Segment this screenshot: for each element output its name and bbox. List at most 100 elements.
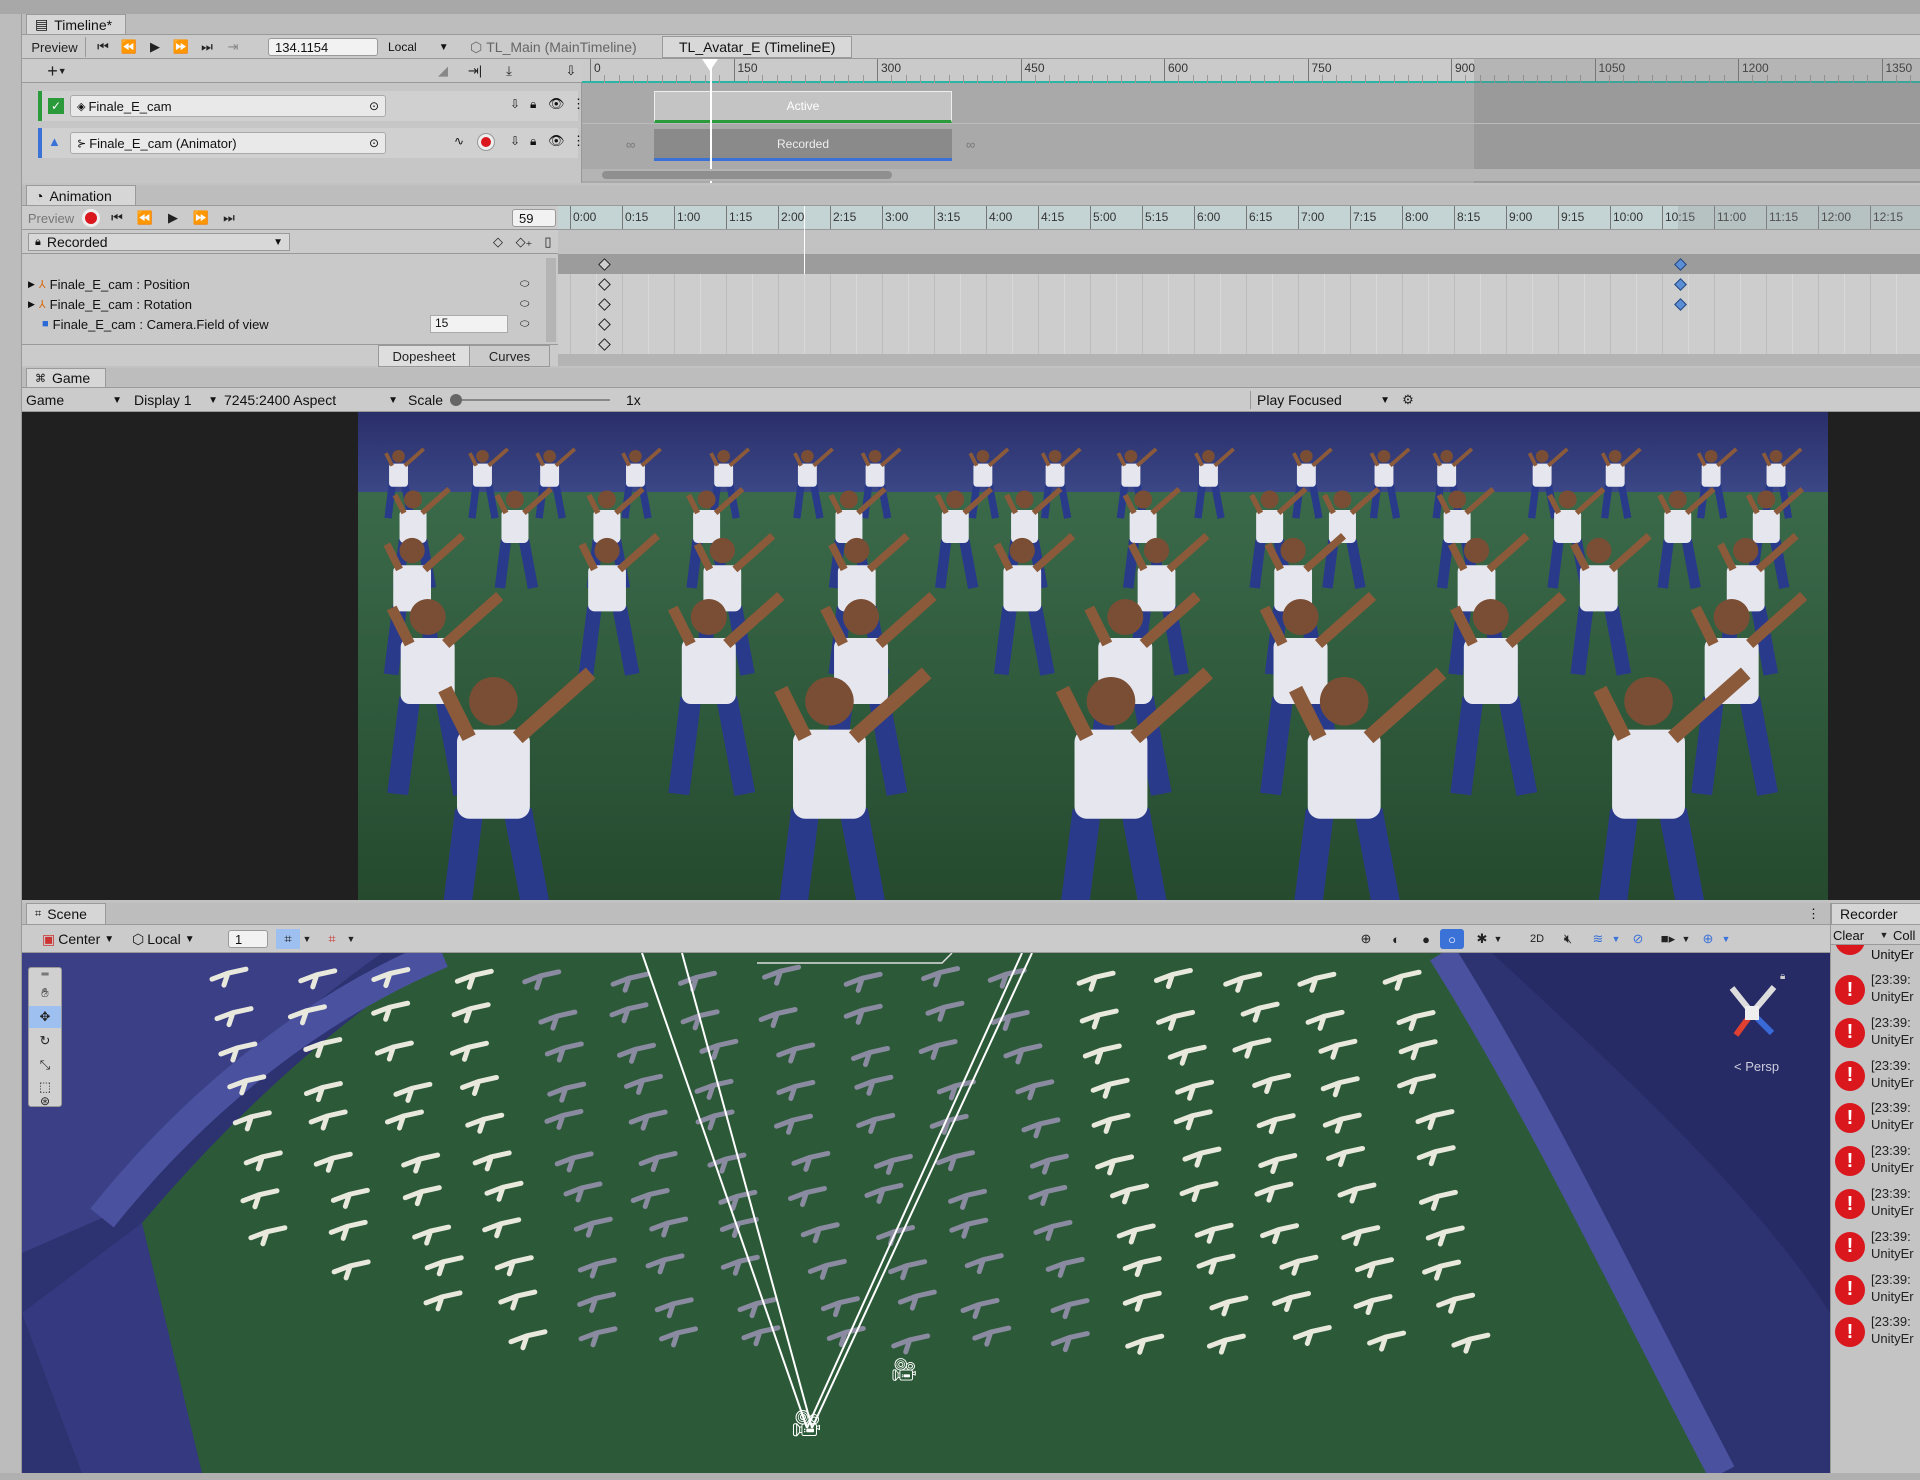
play-icon[interactable]: ▶ (144, 37, 166, 57)
track-header-animation[interactable]: ▲ ⊱ Finale_E_cam (Animator) ⊙ ∿ ⇩ 🔒︎ 👁︎ … (38, 128, 585, 158)
log-entry[interactable]: ! [23:39: UnityEr (1831, 1269, 1915, 1311)
scale-slider-thumb[interactable] (450, 394, 462, 406)
2d-toggle[interactable]: 2D (1522, 929, 1552, 949)
audio-mute-icon[interactable]: 🔇︎ (1556, 929, 1580, 949)
target-icon[interactable]: ⊙ (369, 136, 379, 150)
expand-arrow-icon[interactable]: ▶ (28, 279, 35, 290)
palette-handle-icon[interactable]: ═ (29, 968, 61, 980)
add-keyframe-icon[interactable]: ◇ (488, 232, 508, 252)
pin-track-icon[interactable]: ⇩ (510, 97, 520, 111)
scene-camera-dropdown[interactable]: ▼ (1680, 929, 1692, 949)
scene-tab[interactable]: ⌗ Scene (26, 903, 106, 924)
animation-frame-field[interactable]: 59 (512, 209, 556, 227)
dopesheet-area[interactable] (558, 206, 1920, 354)
log-entry[interactable]: ! [23:39: UnityEr (1831, 1226, 1915, 1268)
gizmo-lock-icon[interactable]: 🔒︎ (1780, 971, 1785, 982)
recorder-tab[interactable]: Recorder (1831, 903, 1920, 924)
display-dropdown[interactable]: Display 1 ▼ (134, 391, 218, 409)
keyframe-selected[interactable] (1674, 298, 1687, 311)
breadcrumb-main[interactable]: ⬡ TL_Main (MainTimeline) (470, 38, 670, 56)
prev-frame-icon[interactable]: ⏪ (118, 37, 140, 57)
add-track-button[interactable]: + ▼ (42, 61, 72, 81)
add-event-marker-icon[interactable]: ▯ (538, 232, 558, 252)
collapse-button[interactable]: Coll (1893, 926, 1920, 944)
log-entry[interactable]: ! [23:39: UnityEr (1831, 1012, 1915, 1054)
space-dropdown[interactable]: ⬡ Local ▼ (132, 930, 204, 948)
grid-visibility-dropdown[interactable]: ▼ (344, 929, 358, 949)
snap-icon[interactable]: ◢ (432, 61, 454, 81)
clear-dropdown[interactable]: ▼ (1877, 926, 1891, 944)
curves-icon[interactable]: ∿ (454, 134, 464, 148)
gear-icon[interactable]: ⚙ (1396, 390, 1420, 410)
shaded-sphere-icon[interactable]: ● (1414, 929, 1438, 949)
goto-start-icon[interactable]: ⏮ (106, 208, 128, 228)
grid-size-field[interactable]: 1 (228, 930, 268, 948)
goto-end-icon[interactable]: ⏭ (196, 37, 218, 57)
play-focused-dropdown[interactable]: Play Focused ▼ (1250, 391, 1390, 409)
track-object-field[interactable]: ◈ Finale_E_cam ⊙ (70, 95, 386, 117)
gizmos-dropdown[interactable]: ▼ (1720, 929, 1732, 949)
loop-icon[interactable]: ⇥ (222, 37, 244, 57)
game-render-image[interactable] (358, 412, 1828, 900)
scene-camera-icon[interactable]: ■▸ (1656, 929, 1680, 949)
orientation-gizmo[interactable] (1712, 973, 1792, 1063)
lock-icon[interactable]: 🔒︎ (530, 134, 536, 149)
gizmos-icon[interactable]: ⊕ (1696, 929, 1720, 949)
curves-tab[interactable]: Curves (470, 345, 550, 367)
pivot-dropdown[interactable]: ▣ Center ▼ (42, 930, 122, 948)
animation-tab[interactable]: ◔ Animation (26, 185, 136, 205)
track-header-activation[interactable]: ✓ ◈ Finale_E_cam ⊙ ⇩ 🔒︎ 👁︎ ⋮ (38, 91, 585, 121)
transform-tool-icon[interactable]: ⊛ (29, 1094, 61, 1108)
eye-icon[interactable]: 👁︎ (548, 96, 565, 112)
property-row-fov[interactable]: ■ Finale_E_cam : Camera.Field of view 15… (22, 314, 542, 334)
timeline-scrollbar[interactable] (582, 169, 1920, 181)
log-entry[interactable]: ! [23:39: UnityEr (1831, 1311, 1915, 1353)
recorder-log-list[interactable]: UnityEr ! [23:39: UnityEr! [23:39: UnityEr![… (1830, 945, 1920, 1473)
aspect-dropdown[interactable]: 7245:2400 Aspect ▼ (224, 391, 398, 409)
activation-clip[interactable]: Active (654, 91, 952, 123)
grid-snap-dropdown[interactable]: ▼ (300, 929, 314, 949)
log-entry[interactable]: ! [23:39: UnityEr (1831, 1097, 1915, 1139)
goto-end-icon[interactable]: ⏭ (218, 208, 240, 228)
log-entry[interactable]: ! [23:39: UnityEr (1831, 1183, 1915, 1225)
property-row-rotation[interactable]: ▶ ⅄ Finale_E_cam : Rotation ⬭ (22, 294, 542, 314)
scale-slider-track[interactable] (450, 399, 610, 401)
log-entry[interactable]: ! [23:39: UnityEr (1831, 1055, 1915, 1097)
dopesheet-tab[interactable]: Dopesheet (378, 345, 470, 367)
camera-gizmo-icon[interactable]: 🎥︎ (790, 1408, 823, 1439)
curve-toggle-icon[interactable]: ⬭ (520, 278, 529, 291)
record-button[interactable] (82, 209, 100, 227)
play-icon[interactable]: ▶ (162, 208, 184, 228)
effects-icon[interactable]: ≋ (1586, 929, 1610, 949)
prev-key-icon[interactable]: ⏪ (134, 208, 156, 228)
effects-dropdown[interactable]: ▼ (1610, 929, 1622, 949)
game-mode-dropdown[interactable]: Game ▼ (26, 391, 122, 409)
timeline-scrollbar-thumb[interactable] (602, 171, 892, 179)
keyframe[interactable] (598, 278, 611, 291)
expand-arrow-icon[interactable]: ▶ (28, 299, 35, 310)
next-key-icon[interactable]: ⏩ (190, 208, 212, 228)
record-track-icon[interactable] (477, 133, 495, 151)
track-animator-field[interactable]: ⊱ Finale_E_cam (Animator) ⊙ (70, 132, 386, 154)
property-row-position[interactable]: ▶ ⅄ Finale_E_cam : Position ⬭ (22, 274, 542, 294)
debug-dropdown[interactable]: ▼ (1492, 929, 1504, 949)
recorded-clip[interactable]: Recorded (654, 129, 952, 161)
animation-preview-button[interactable]: Preview (24, 208, 78, 228)
breadcrumb-current[interactable]: TL_Avatar_E (TimelineE) (662, 36, 852, 58)
clear-button[interactable]: Clear (1833, 926, 1877, 944)
playhead-follow-icon[interactable]: ⤓ (496, 61, 522, 81)
track-enabled-checkbox[interactable]: ✓ (48, 98, 64, 114)
next-frame-icon[interactable]: ⏩ (170, 37, 192, 57)
timeline-clips-area[interactable]: Active Recorded ∞ ∞ (582, 59, 1920, 183)
ripple-icon[interactable]: ⇥| (462, 61, 488, 81)
timeline-time-field[interactable]: 134.1154 (268, 38, 378, 56)
timeline-tab[interactable]: ▤ Timeline* (26, 14, 126, 34)
lock-icon[interactable]: 🔒︎ (530, 97, 536, 112)
debug-icon[interactable]: ✱ (1470, 929, 1494, 949)
curve-toggle-icon[interactable]: ⬭ (520, 318, 529, 331)
log-entry[interactable]: ! [23:39: UnityEr (1831, 1140, 1915, 1182)
camera-gizmo-icon[interactable]: 🎥︎ (890, 1357, 918, 1383)
eye-icon[interactable]: 👁︎ (548, 133, 565, 149)
wire-sphere-icon[interactable]: ○ (1440, 929, 1464, 949)
pin-track-icon[interactable]: ⇩ (510, 134, 520, 148)
